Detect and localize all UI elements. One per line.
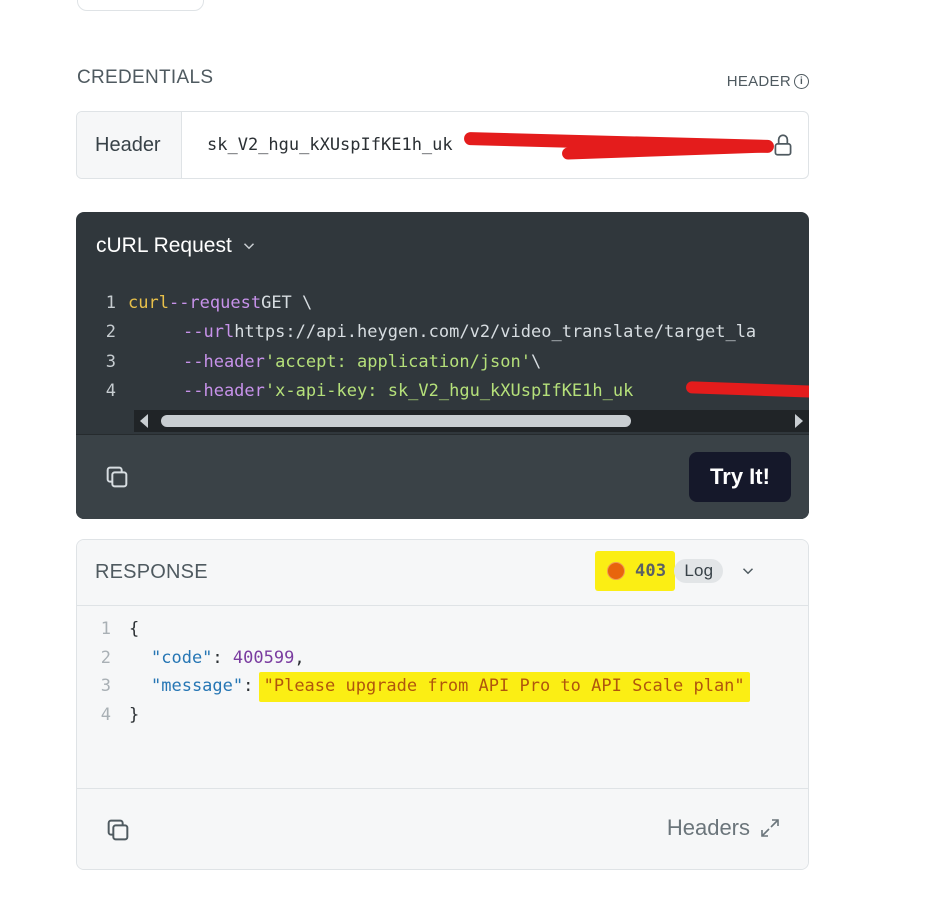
json-string: "Please upgrade from API Pro to API Scal… [258,672,750,703]
code-token: curl [128,292,169,313]
code-token: --url [183,322,235,343]
previous-field-stub [77,0,204,11]
line-number: 2 [105,322,116,343]
code-line: 2 "code" : 400599 , [77,644,808,673]
response-panel: RESPONSE 403 Log 1 { 2 "code" : 400599 ,… [76,539,809,870]
curl-request-title: cURL Request [96,234,232,257]
code-line: 4 } [77,701,808,730]
line-number: 4 [100,704,111,725]
headers-button[interactable]: Headers [667,815,782,841]
credential-location-label: HEADER [726,73,791,90]
status-dot [607,562,625,580]
copy-icon[interactable] [104,816,132,844]
response-footer: Headers [77,788,808,869]
credentials-title: CREDENTIALS [77,67,214,88]
line-number: 2 [100,647,111,668]
scrollbar-thumb[interactable] [161,415,631,427]
scroll-right-arrow[interactable] [795,414,803,428]
lock-icon[interactable] [770,132,796,158]
code-line: 3 --header 'accept: application/json' \ [76,347,809,377]
redaction-mark [685,380,809,399]
api-key-input[interactable]: sk_V2_hgu_kXUspIfKE1h_uk [182,112,808,178]
line-number: 3 [105,351,116,372]
line-number: 3 [100,676,111,697]
code-token: https://api.heygen.com/v2/video_translat… [234,322,757,343]
code-token: GET \ [261,292,313,313]
curl-request-dropdown[interactable]: cURL Request [76,212,809,280]
status-code: 403 [635,561,667,581]
api-key-value: sk_V2_hgu_kXUspIfKE1h_uk [207,135,453,155]
response-body: 1 { 2 "code" : 400599 , 3 "message" : "P… [77,615,808,735]
response-status[interactable]: 403 Log [595,551,757,591]
code-token: 'x-api-key: sk_V2_hgu_kXUspIfKE1h_uk [264,381,634,402]
curl-code-block: 1 curl --request GET \ 2 --url https://a… [76,288,809,408]
code-token: --header [183,381,265,402]
code-token: --request [168,292,262,313]
credential-location-tag[interactable]: HEADER i [727,73,809,90]
code-line: 1 curl --request GET \ [76,288,809,318]
copy-icon[interactable] [103,463,131,491]
try-it-button[interactable]: Try It! [689,452,791,502]
code-token: { [129,619,140,640]
json-key: "code" [151,647,213,668]
response-title: RESPONSE [95,561,208,583]
line-number: 4 [105,381,116,402]
headers-label: Headers [666,815,750,840]
code-line: 3 "message" : "Please upgrade from API P… [77,672,808,703]
scroll-left-arrow[interactable] [140,414,148,428]
line-number: 1 [100,619,111,640]
code-token: --header [183,351,265,372]
code-line: 4 --header 'x-api-key: sk_V2_hgu_kXUspIf… [76,377,809,407]
json-key: "message" [151,676,244,697]
code-token: \ [531,351,542,372]
credential-label: Header [77,112,182,178]
code-line: 2 --url https://api.heygen.com/v2/video_… [76,318,809,348]
credential-row: Header sk_V2_hgu_kXUspIfKE1h_uk [76,111,809,179]
info-icon[interactable]: i [794,74,809,89]
horizontal-scrollbar[interactable] [134,410,809,432]
code-token: 'accept: application/json' [264,351,531,372]
line-number: 1 [105,292,116,313]
curl-request-panel: cURL Request 1 curl --request GET \ 2 --… [76,212,809,519]
expand-icon [761,819,779,837]
json-number: 400599 [232,647,295,668]
chevron-down-icon[interactable] [739,562,757,580]
code-token: } [129,704,140,725]
response-header: RESPONSE 403 Log [77,540,808,606]
code-line: 1 { [77,615,808,644]
chevron-down-icon [243,243,254,250]
error-message: "Please upgrade from API Pro to API Scal… [263,676,745,697]
curl-footer: Try It! [76,434,809,519]
log-button[interactable]: Log [674,559,724,583]
